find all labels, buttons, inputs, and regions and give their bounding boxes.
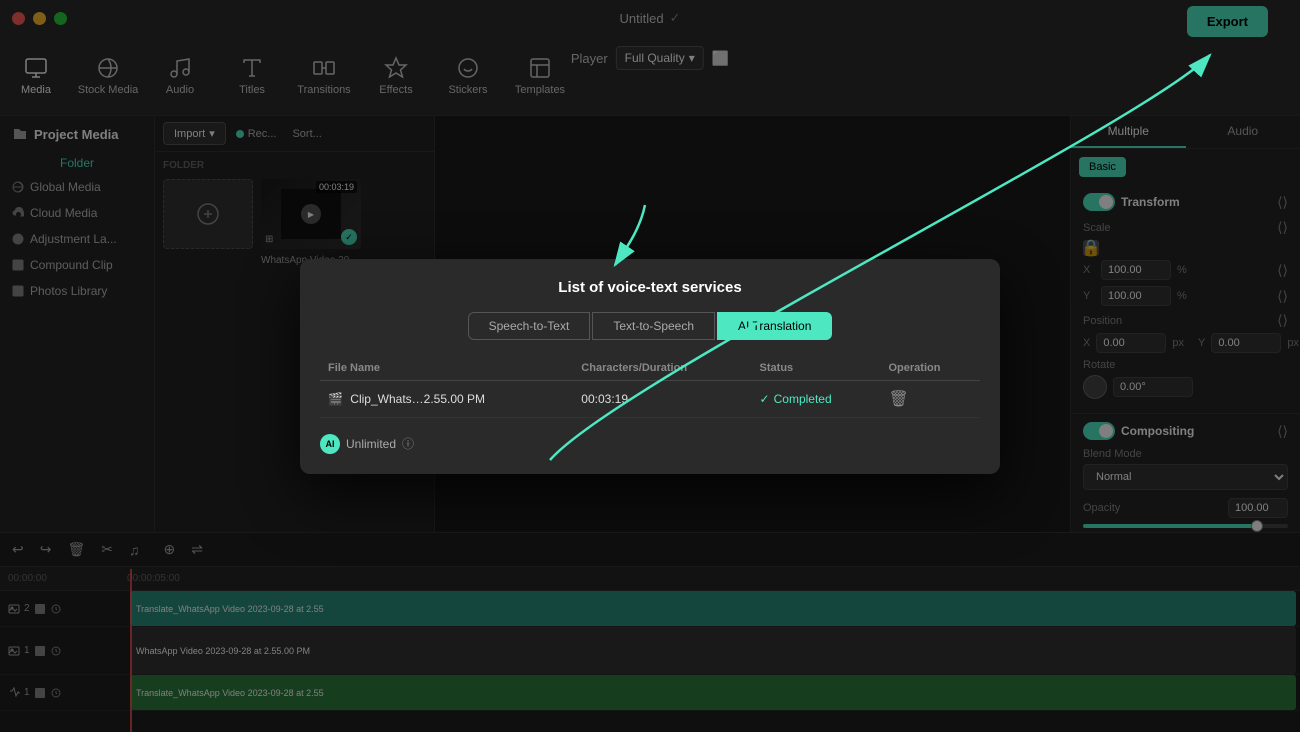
dialog-title: List of voice-text services <box>320 279 980 296</box>
row-status: ✓ Completed <box>752 380 881 417</box>
row-operation: 🗑 <box>881 380 981 417</box>
dialog-overlay: List of voice-text services Speech-to-Te… <box>0 0 1300 732</box>
dialog-tab-speech-to-text[interactable]: Speech-to-Text <box>468 312 591 340</box>
dialog-tab-text-to-speech[interactable]: Text-to-Speech <box>592 312 715 340</box>
dialog-footer: AI Unlimited ⓘ <box>320 434 980 454</box>
col-duration: Characters/Duration <box>573 356 751 381</box>
ai-badge: AI Unlimited ⓘ <box>320 434 414 454</box>
dialog-tabs: Speech-to-Text Text-to-Speech AI Transla… <box>320 312 980 340</box>
col-filename: File Name <box>320 356 573 381</box>
check-icon: ✓ <box>760 392 770 406</box>
dialog-tab-ai-translation[interactable]: AI Translation <box>717 312 832 340</box>
dialog-table: File Name Characters/Duration Status Ope… <box>320 356 980 418</box>
info-icon[interactable]: ⓘ <box>402 435 414 452</box>
col-operation: Operation <box>881 356 981 381</box>
filename-text: Clip_Whats…2.55.00 PM <box>350 392 485 406</box>
row-duration: 00:03:19 <box>573 380 751 417</box>
table-row: 🎬 Clip_Whats…2.55.00 PM 00:03:19 ✓ Compl… <box>320 380 980 417</box>
status-completed: ✓ Completed <box>760 392 873 406</box>
ai-label: Unlimited <box>346 437 396 451</box>
col-status: Status <box>752 356 881 381</box>
row-filename: 🎬 Clip_Whats…2.55.00 PM <box>320 380 573 417</box>
ai-icon: AI <box>320 434 340 454</box>
status-text: Completed <box>774 392 832 406</box>
delete-row-button[interactable]: 🗑 <box>889 389 909 409</box>
dialog: List of voice-text services Speech-to-Te… <box>300 259 1000 474</box>
